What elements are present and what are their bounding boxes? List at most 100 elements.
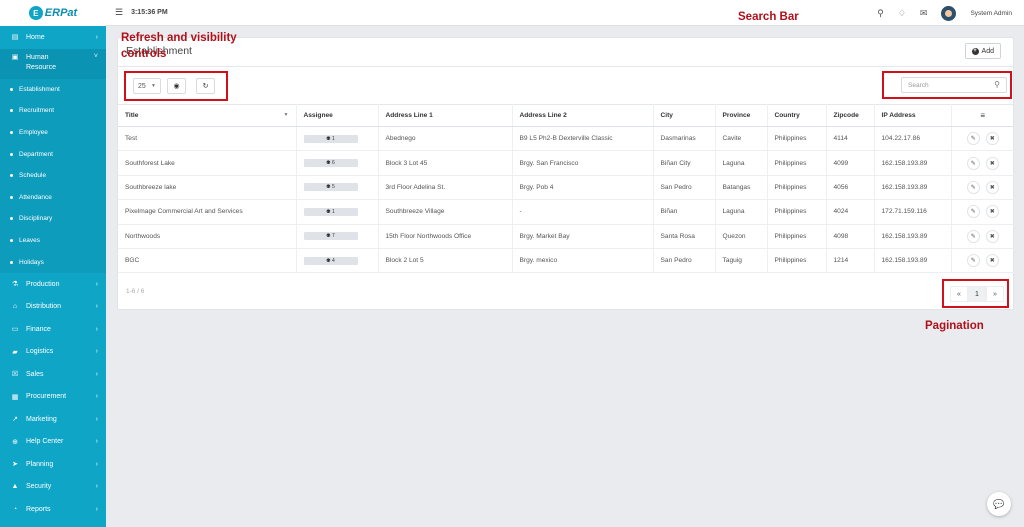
sidebar: E ERPat ▤ Home › ▣ Human Resource ˅ Establish… (0, 0, 106, 527)
sidebar-subitem-department[interactable]: Department (0, 143, 106, 165)
edit-button[interactable]: ✎ (966, 205, 980, 219)
pagination-highlight-box: « 1 » (942, 279, 1009, 308)
sidebar-item-security[interactable]: ▲ Security › (0, 475, 106, 498)
search-input[interactable] (901, 77, 1007, 93)
sidebar-subitem-leaves[interactable]: Leaves (0, 229, 106, 252)
table-cell: Brgy. Pob 4 (512, 175, 654, 201)
logo-mark: E (28, 6, 43, 20)
sidebar-subitem-disciplinary[interactable]: Disciplinary (0, 208, 106, 230)
sidebar-item-finance[interactable]: ▭ Finance › (0, 318, 106, 341)
column-menu-icon[interactable]: ≡ (951, 104, 1014, 127)
pencil-icon: ✎ (970, 184, 976, 191)
sidebar-item-distribution[interactable]: ⌂ Distribution › (0, 295, 106, 318)
sidebar-subitem-employee[interactable]: Employee (0, 121, 106, 144)
page-size-select[interactable]: 25 ▼ (133, 78, 161, 94)
actions-cell: ✎ ✖ (951, 199, 1014, 225)
sort-caret-icon: ▼ (283, 112, 289, 118)
table-cell: Santa Rosa (653, 224, 716, 249)
sidebar-subitem-establishment[interactable]: Establishment (0, 78, 106, 101)
column-header[interactable]: Country (767, 104, 827, 127)
table-cell: Brgy. Market Bay (512, 224, 654, 249)
delete-button[interactable]: ✖ (985, 156, 999, 170)
search-icon[interactable]: ⚲ (877, 8, 884, 19)
sidebar-item-reports[interactable]: ◔ Reports › (0, 498, 106, 521)
sidebar-item-help-center[interactable]: ⊕ Help Center › (0, 430, 106, 453)
sidebar-item-marketing[interactable]: ↗ Marketing › (0, 408, 106, 431)
next-page-button[interactable]: » (986, 286, 1004, 302)
controls-highlight-box: 25 ▼ ◉ ↻ (124, 71, 228, 101)
edit-button[interactable]: ✎ (966, 229, 980, 243)
delete-button[interactable]: ✖ (985, 132, 999, 146)
table-cell: Laguna (715, 199, 768, 225)
actions-cell: ✎ ✖ (951, 248, 1014, 274)
delete-button[interactable]: ✖ (985, 229, 999, 243)
menu-toggle-icon[interactable]: ☰ (115, 7, 123, 18)
sidebar-item-procurement[interactable]: ▦ Procurement › (0, 385, 106, 408)
column-header[interactable]: Address Line 2 (512, 104, 654, 127)
edit-button[interactable]: ✎ (966, 180, 980, 194)
sidebar-subitem-schedule[interactable]: Schedule (0, 164, 106, 187)
table-cell: Laguna (715, 150, 768, 176)
user-menu[interactable]: System Admin (970, 10, 1012, 17)
pie-chart-icon: ◔ (12, 505, 18, 513)
visibility-toggle-button[interactable]: ◉ (167, 78, 186, 94)
sidebar-item-label: Logistics (26, 348, 54, 356)
assignee-count: 6 (332, 160, 335, 167)
avatar[interactable] (941, 5, 957, 21)
column-header[interactable]: Assignee (296, 104, 379, 127)
assignee-badge[interactable]: ⚉ 7 (303, 232, 358, 241)
column-header[interactable]: Address Line 1 (378, 104, 513, 127)
table-cell: - (512, 199, 654, 225)
assignee-badge[interactable]: ⚉ 6 (303, 159, 358, 168)
page-button[interactable]: 1 (968, 286, 986, 302)
truck-icon: ▰ (12, 348, 18, 356)
assignee-count: 4 (332, 257, 335, 264)
sidebar-subitem-recruitment[interactable]: Recruitment (0, 100, 106, 122)
sidebar-item-human-resource[interactable]: ▣ Human Resource ˅ (0, 48, 106, 79)
edit-button[interactable]: ✎ (966, 254, 980, 268)
add-button[interactable]: + Add (964, 43, 1001, 59)
assignee-badge[interactable]: ⚉ 4 (303, 256, 358, 265)
app-logo[interactable]: E ERPat (0, 0, 106, 26)
assignee-badge[interactable]: ⚉ 5 (303, 183, 358, 192)
annotation-pagination: Pagination (925, 320, 984, 332)
table-cell: Batangas (715, 175, 768, 201)
column-header[interactable]: Title ▼ (118, 104, 297, 127)
sidebar-item-logistics[interactable]: ▰ Logistics › (0, 340, 106, 363)
edit-button[interactable]: ✎ (966, 132, 980, 146)
sidebar-item-sales[interactable]: ☒ Sales › (0, 363, 106, 386)
sidebar-item-label: Procurement (26, 393, 67, 401)
sidebar-item-home[interactable]: ▤ Home › (0, 26, 106, 49)
column-header[interactable]: IP Address (874, 104, 952, 127)
sidebar-item-production[interactable]: ⚗ Production › (0, 273, 106, 296)
table-cell: Biñan (653, 199, 716, 225)
delete-button[interactable]: ✖ (985, 205, 999, 219)
chevron-right-icon: › (95, 505, 98, 513)
edit-button[interactable]: ✎ (966, 156, 980, 170)
sidebar-subitem-attendance[interactable]: Attendance (0, 186, 106, 209)
column-header-label: Country (774, 112, 800, 119)
bell-icon[interactable]: ♢ (898, 8, 906, 19)
column-header[interactable]: Province (715, 104, 768, 127)
column-header[interactable]: City (653, 104, 716, 127)
assignee-badge[interactable]: ⚉ 1 (303, 207, 358, 216)
refresh-button[interactable]: ↻ (196, 78, 215, 94)
sidebar-item-label: Home (26, 33, 45, 41)
delete-button[interactable]: ✖ (985, 180, 999, 194)
sidebar-subitem-holidays[interactable]: Holidays (0, 251, 106, 273)
plus-icon: + (971, 47, 979, 55)
table-cell: Biñan City (653, 150, 716, 176)
table-cell: Philippines (767, 126, 827, 152)
sidebar-item-planning[interactable]: ➤ Planning › (0, 453, 106, 476)
column-header[interactable]: Zipcode (826, 104, 875, 127)
actions-cell: ✎ ✖ (951, 175, 1014, 201)
top-bar: ☰ 3:15:36 PM ⚲ ♢ ✉ System Admin (106, 0, 1024, 26)
sidebar-subitem-label: Establishment (19, 85, 60, 93)
prev-page-button[interactable]: « (950, 286, 968, 302)
table-cell: Taguig (715, 248, 768, 274)
delete-button[interactable]: ✖ (985, 254, 999, 268)
mail-icon[interactable]: ✉ (920, 8, 928, 19)
chat-button[interactable]: 💬 (987, 492, 1011, 516)
assignee-badge[interactable]: ⚉ 1 (303, 134, 358, 143)
table-cell: Block 2 Lot 5 (378, 248, 513, 274)
